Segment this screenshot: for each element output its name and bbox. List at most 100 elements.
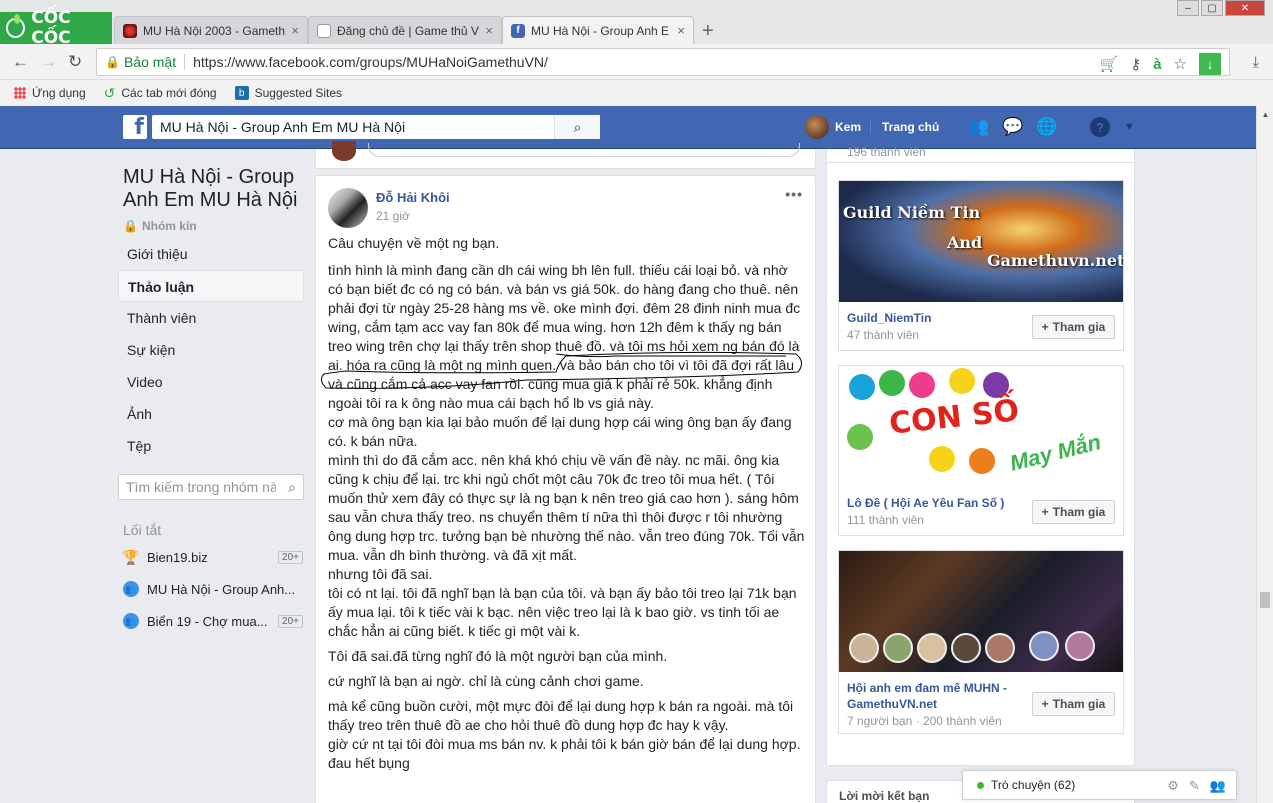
new-tab-icon[interactable]: + [702, 20, 714, 43]
friend-requests-icon[interactable]: 👥 [968, 116, 990, 138]
messenger-icon[interactable]: 💬 [1002, 116, 1024, 138]
shortcut-item[interactable]: 👥 MU Hà Nội - Group Anh... [123, 581, 303, 597]
group-cover-image[interactable]: Guild Niềm Tin And Gamethuvn.net [839, 181, 1123, 302]
post-paragraph: mà kể cũng buồn cười, một mực đòi để lại… [328, 698, 794, 733]
bookmark-star-icon[interactable]: ☆ [1174, 55, 1187, 73]
minimize-icon[interactable]: – [1177, 0, 1199, 16]
url-input[interactable]: 🔒 Bảo mật https://www.facebook.com/group… [96, 48, 1230, 76]
suggested-group-card: Guild Niềm Tin And Gamethuvn.net Guild_N… [838, 180, 1124, 351]
home-link[interactable]: Trang chủ [870, 120, 939, 134]
group-search-input[interactable]: Tìm kiếm trong nhóm này ⌕ [118, 474, 304, 500]
lock-icon: 🔒 [105, 55, 120, 69]
plus-icon: + [1041, 320, 1049, 334]
nav-videos[interactable]: Video [118, 366, 304, 398]
nav-about[interactable]: Giới thiệu [118, 238, 304, 270]
suggested-group-tail: 196 thành viên [826, 145, 1135, 163]
nav-discussion[interactable]: Thảo luận [118, 270, 304, 302]
translate-icon[interactable]: à [1153, 56, 1161, 73]
close-tab-icon[interactable]: × [291, 23, 299, 38]
more-options-icon[interactable]: ••• [785, 186, 803, 202]
group-cover-image[interactable]: CON SỐ May Mắn [839, 366, 1123, 487]
plus-icon: + [1041, 697, 1049, 711]
group-icon: 👥 [123, 613, 139, 629]
account-menu-caret-icon[interactable]: ▼ [1124, 121, 1135, 133]
page-favicon-icon [317, 23, 331, 38]
group-icon: 👥 [123, 581, 139, 597]
shortcut-item[interactable]: 👥 Biển 19 - Chợ mua... 20+ [123, 613, 303, 629]
mu-favicon-icon [123, 23, 137, 38]
group-title[interactable]: MU Hà Nội - Group Anh Em MU Hà Nội [123, 166, 308, 212]
bookmarks-bar: Ứng dụng ↺ Các tab mới đóng b Suggested … [0, 80, 1273, 106]
post-body: Câu chuyện về một ng bạn. tình hình là m… [328, 234, 806, 773]
nav-files[interactable]: Tệp [118, 430, 304, 462]
address-bar-row: ← → ↻ 🔒 Bảo mật https://www.facebook.com… [0, 44, 1273, 80]
avatar [883, 633, 913, 663]
post-author[interactable]: Đỗ Hải Khôi [376, 190, 450, 205]
profile-link[interactable]: Kem [805, 115, 861, 139]
post-card: Đỗ Hải Khôi 21 giờ ••• Câu chuyện về một… [315, 175, 816, 803]
group-name-link[interactable]: Hội anh em đam mê MUHN - GamethuVN.net [839, 672, 1029, 712]
back-icon[interactable]: ← [12, 52, 29, 72]
join-group-button[interactable]: + Tham gia [1032, 692, 1115, 716]
search-icon[interactable]: ⌕ [554, 115, 600, 139]
avatar [1029, 631, 1059, 661]
facebook-logo-icon[interactable]: f [123, 115, 147, 139]
downloads-icon[interactable]: ⤓ [1252, 54, 1259, 71]
lock-icon: 🔒 [123, 219, 138, 233]
post-paragraph: Tôi đã sai.đã từng nghĩ đó là một người … [328, 648, 668, 664]
nav-members[interactable]: Thành viên [118, 302, 304, 334]
facebook-search-input[interactable]: MU Hà Nội - Group Anh Em MU Hà Nội ⌕ [152, 115, 600, 139]
browser-tab-2[interactable]: Đăng chủ đề | Game thủ V × [308, 16, 502, 44]
search-icon[interactable]: ⌕ [288, 479, 296, 496]
nav-photos[interactable]: Ảnh [118, 398, 304, 430]
coccoc-logo[interactable]: CỐC CỐC [0, 8, 112, 48]
bookmark-suggested[interactable]: b Suggested Sites [234, 86, 342, 100]
savefrom-download-icon[interactable]: ↓ [1199, 53, 1221, 75]
avatar [332, 141, 356, 161]
create-group-icon[interactable]: 👥 [1210, 778, 1226, 794]
group-name-link[interactable]: Lô Đề ( Hội Ae Yêu Fan Số ) [839, 487, 1029, 511]
new-message-icon[interactable]: ✎ [1189, 778, 1200, 794]
avatar[interactable] [328, 188, 368, 228]
join-group-button[interactable]: + Tham gia [1032, 315, 1115, 339]
lottery-ball-icon [929, 446, 955, 472]
bookmark-apps[interactable]: Ứng dụng [14, 86, 86, 100]
browser-tab-3[interactable]: f MU Hà Nội - Group Anh E × [502, 16, 694, 44]
chat-sidebar-toggle[interactable]: Trò chuyện (62) ⚙ ✎ 👥 [962, 770, 1237, 800]
shortcut-item[interactable]: 🏆 Bien19.biz 20+ [122, 548, 303, 565]
close-tab-icon[interactable]: × [677, 23, 685, 38]
help-icon[interactable]: ? [1090, 117, 1110, 137]
avatar [849, 633, 879, 663]
cart-icon[interactable]: 🛒 [1100, 55, 1119, 73]
key-icon[interactable]: ⚷ [1130, 55, 1141, 73]
reload-icon[interactable]: ↻ [68, 52, 82, 72]
online-status-icon [977, 781, 984, 789]
scroll-up-arrow-icon[interactable]: ▲ [1257, 106, 1273, 122]
suggested-group-card: Hội anh em đam mê MUHN - GamethuVN.net 7… [838, 550, 1124, 734]
maximize-icon[interactable]: ▢ [1201, 0, 1223, 16]
comment-input[interactable] [368, 143, 800, 157]
bookmark-recent-tabs[interactable]: ↺ Các tab mới đóng [104, 85, 217, 102]
group-name-link[interactable]: Guild_NiemTin [839, 302, 1029, 326]
window-controls: – ▢ ✕ [1177, 0, 1265, 16]
window-close-icon[interactable]: ✕ [1225, 0, 1265, 16]
apps-grid-icon [14, 87, 26, 99]
post-paragraph: giờ cứ nt tại tôi đòi mua ms bán nv. k p… [328, 736, 801, 771]
join-group-button[interactable]: + Tham gia [1032, 500, 1115, 524]
forward-icon[interactable]: → [40, 52, 57, 72]
scroll-thumb[interactable] [1260, 592, 1270, 608]
group-nav: Giới thiệu Thảo luận Thành viên Sự kiện … [118, 238, 304, 462]
settings-gear-icon[interactable]: ⚙ [1167, 778, 1179, 794]
close-tab-icon[interactable]: × [485, 23, 493, 38]
trophy-icon: 🏆 [122, 548, 140, 565]
nav-events[interactable]: Sự kiện [118, 334, 304, 366]
facebook-favicon-icon: f [511, 23, 525, 38]
avatar [917, 633, 947, 663]
lottery-ball-icon [849, 374, 875, 400]
page-scrollbar[interactable]: ▲ [1256, 106, 1273, 803]
post-paragraph: tôi có nt lại. tôi đã nghĩ bạn là bạn củ… [328, 585, 797, 639]
post-timestamp[interactable]: 21 giờ [376, 209, 410, 223]
group-cover-image[interactable] [839, 551, 1123, 672]
notifications-globe-icon[interactable]: 🌐 [1036, 116, 1058, 138]
browser-tab-1[interactable]: MU Hà Nội 2003 - Gamethu × [114, 16, 308, 44]
